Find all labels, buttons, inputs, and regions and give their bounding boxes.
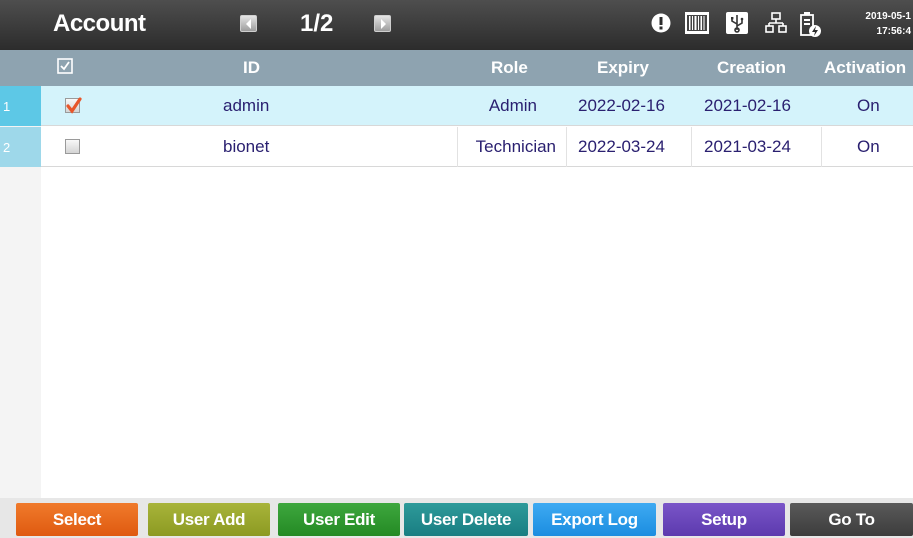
- column-divider: [691, 127, 692, 167]
- cell-activation: On: [857, 137, 880, 156]
- row-checkbox[interactable]: [65, 97, 82, 114]
- row-checkbox[interactable]: [65, 139, 80, 154]
- cell-role: Technician: [475, 137, 556, 156]
- user-add-button[interactable]: User Add: [148, 503, 270, 536]
- export-log-button[interactable]: Export Log: [533, 503, 656, 536]
- date-time-display: 2019-05-1 17:56:4: [865, 9, 911, 39]
- date-text: 2019-05-1: [865, 11, 911, 22]
- column-header-creation[interactable]: Creation: [717, 50, 786, 86]
- row-index: 1: [0, 86, 41, 126]
- barcode-icon[interactable]: [685, 12, 709, 34]
- title-bar: Account 1/2 2019-05-1 17:56:4: [0, 0, 913, 50]
- user-delete-button[interactable]: User Delete: [404, 503, 528, 536]
- setup-button[interactable]: Setup: [663, 503, 785, 536]
- cell-expiry: 2022-03-24: [578, 137, 665, 156]
- previous-page-button[interactable]: [240, 15, 257, 32]
- row-index: 2: [0, 127, 41, 167]
- cell-activation: On: [857, 96, 880, 115]
- page-title: Account: [53, 10, 146, 37]
- cell-id: bionet: [223, 137, 270, 156]
- next-page-button[interactable]: [374, 15, 391, 32]
- chevron-right-icon: [381, 19, 386, 29]
- column-divider: [566, 127, 567, 167]
- network-icon[interactable]: [765, 12, 787, 34]
- check-mark-icon: [66, 97, 82, 114]
- action-bar: Select User Add User Edit User Delete Ex…: [0, 498, 913, 538]
- alert-icon[interactable]: [651, 13, 671, 33]
- user-edit-button[interactable]: User Edit: [278, 503, 400, 536]
- time-text: 17:56:4: [876, 26, 911, 37]
- table-header: ID Role Expiry Creation Activation: [0, 50, 913, 86]
- column-header-expiry[interactable]: Expiry: [597, 50, 649, 86]
- column-header-id[interactable]: ID: [243, 50, 260, 86]
- select-button[interactable]: Select: [16, 503, 138, 536]
- table-row[interactable]: bionet Technician 2022-03-24 2021-03-24 …: [41, 127, 913, 167]
- chevron-left-icon: [246, 19, 251, 29]
- table-row[interactable]: admin Admin 2022-02-16 2021-02-16 On: [41, 86, 913, 126]
- column-divider: [821, 127, 822, 167]
- cell-role: Admin: [488, 96, 537, 115]
- cell-creation: 2021-03-24: [704, 137, 791, 156]
- column-header-activation[interactable]: Activation: [824, 50, 906, 86]
- column-header-role[interactable]: Role: [491, 50, 528, 86]
- usb-icon[interactable]: [726, 12, 748, 34]
- cell-id: admin: [223, 96, 270, 115]
- cell-expiry: 2022-02-16: [578, 96, 665, 115]
- select-all-checkbox[interactable]: [57, 58, 73, 74]
- page-indicator: 1/2: [300, 10, 334, 37]
- battery-charging-icon[interactable]: [800, 12, 822, 38]
- go-to-button[interactable]: Go To: [790, 503, 913, 536]
- cell-creation: 2021-02-16: [704, 96, 791, 115]
